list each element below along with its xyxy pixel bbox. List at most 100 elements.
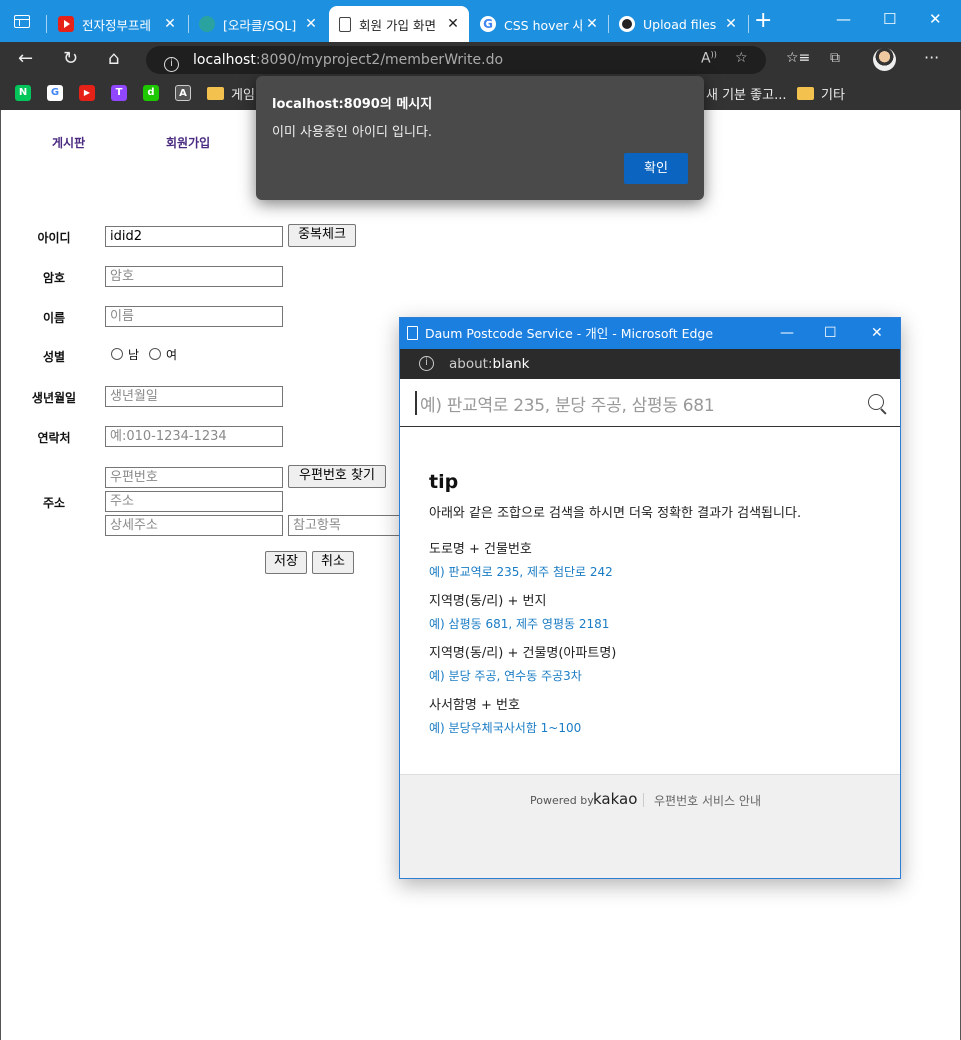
new-tab-button[interactable]: + (754, 10, 772, 32)
tip-heading: 지역명(동/리) + 번지 (429, 594, 547, 609)
tip-heading: 지역명(동/리) + 건물명(아파트명) (429, 646, 617, 661)
bookmark-folder-new[interactable]: 새 기분 좋고... (706, 84, 786, 103)
birth-label: 생년월일 (31, 391, 77, 405)
bookmark-a-icon[interactable]: A (175, 85, 191, 101)
bookmark-google-icon[interactable]: G (47, 85, 63, 101)
folder-icon (207, 87, 224, 100)
tab-close-icon[interactable]: ✕ (582, 16, 602, 32)
gender-female-label: 여 (166, 348, 178, 362)
document-icon (339, 16, 351, 32)
popup-url-main: blank (492, 356, 530, 372)
home-icon[interactable]: ⌂ (108, 49, 119, 69)
minimize-icon[interactable]: — (836, 10, 851, 28)
gender-label: 성별 (42, 350, 66, 364)
gender-male-label: 남 (128, 348, 140, 362)
zipcode-input[interactable]: 우편번호 (105, 467, 283, 488)
bookmark-youtube-icon[interactable]: ▶ (79, 85, 95, 101)
chat-bubble-icon (199, 16, 215, 32)
tip-heading: 도로명 + 건물번호 (429, 542, 532, 557)
bookmark-glyph: ▶ (83, 88, 91, 97)
tab-close-icon[interactable]: ✕ (443, 16, 463, 32)
address-toolbar: ← ↻ ⌂ i localhost:8090/myproject2/memberW… (0, 42, 961, 78)
url-host: localhost (193, 52, 256, 68)
tab-1[interactable]: 전자정부프레 ✕ (48, 6, 186, 42)
folder-icon (797, 87, 814, 100)
bookmark-d-icon[interactable]: d (143, 85, 159, 101)
tip-heading: 사서함명 + 번호 (429, 698, 520, 713)
more-menu-icon[interactable]: ··· (924, 48, 939, 67)
nav-board-link[interactable]: 게시판 (52, 134, 85, 151)
bookmark-naver-icon[interactable]: N (15, 85, 31, 101)
name-input[interactable]: 이름 (105, 306, 283, 327)
popup-footer: Powered by kakao 우편번호 서비스 안내 (400, 774, 900, 878)
alert-ok-button[interactable]: 확인 (624, 153, 688, 184)
add-favorite-icon[interactable]: ☆ (735, 50, 748, 66)
tab-label: CSS hover 사용 (504, 17, 582, 33)
popup-address-bar[interactable]: i about:blank (400, 349, 900, 379)
tab-close-icon[interactable]: ✕ (721, 16, 741, 32)
tip-example: 예) 분당 주공, 연수동 주공3차 (429, 669, 582, 683)
site-info-icon[interactable]: i (419, 356, 434, 371)
postcode-search-box[interactable]: 예) 판교역로 235, 분당 주공, 삼평동 681 (400, 379, 900, 427)
password-input[interactable]: 암호 (105, 266, 283, 287)
favorites-icon[interactable]: ☆≡ (786, 50, 810, 66)
address-detail-input[interactable]: 상세주소 (105, 515, 283, 536)
back-icon[interactable]: ← (18, 49, 33, 69)
tab-actions-icon[interactable] (14, 15, 30, 28)
bookmark-glyph: G (50, 87, 60, 98)
tab-separator (46, 15, 47, 33)
kakao-logo[interactable]: kakao (593, 790, 637, 808)
alert-dialog: localhost:8090의 메시지 이미 사용중인 아이디 입니다. 확인 (256, 76, 704, 200)
tip-example: 예) 판교역로 235, 제주 첨단로 242 (429, 565, 613, 579)
tab-3-active[interactable]: 회원 가입 화면 ✕ (329, 6, 469, 42)
tab-bar: 전자정부프레 ✕ [오라클/SQL] ( ✕ 회원 가입 화면 ✕ G CSS … (0, 0, 961, 42)
tab-5[interactable]: Upload files · ✕ (609, 6, 747, 42)
search-icon[interactable] (868, 394, 884, 410)
save-button[interactable]: 저장 (265, 551, 307, 574)
tab-close-icon[interactable]: ✕ (160, 16, 180, 32)
id-input[interactable]: idid2 (105, 226, 283, 247)
bookmark-folder-other[interactable]: 기타 (821, 84, 845, 103)
cancel-button[interactable]: 취소 (312, 551, 354, 574)
address-extra-input[interactable]: 참고항목 (288, 515, 408, 536)
password-label: 암호 (42, 271, 66, 285)
popup-url-prefix: about: (449, 356, 493, 372)
address-input[interactable]: 주소 (105, 491, 283, 512)
gender-male-radio[interactable] (111, 348, 123, 360)
tab-2[interactable]: [오라클/SQL] ( ✕ (189, 6, 327, 42)
tab-label: 전자정부프레 (82, 17, 152, 33)
popup-close-icon[interactable]: ✕ (871, 318, 883, 349)
nav-signup-link[interactable]: 회원가입 (166, 134, 210, 151)
duplicate-check-button[interactable]: 중복체크 (288, 224, 356, 247)
popup-titlebar[interactable]: Daum Postcode Service - 개인 - Microsoft E… (400, 318, 900, 349)
postcode-guide-link[interactable]: 우편번호 서비스 안내 (654, 792, 761, 809)
alert-message: 이미 사용중인 아이디 입니다. (272, 125, 433, 140)
phone-label: 연락처 (37, 431, 71, 445)
site-info-icon[interactable]: i (164, 57, 179, 72)
birth-input[interactable]: 생년월일 (105, 386, 283, 407)
collections-icon[interactable]: ⧉ (830, 50, 840, 66)
close-window-icon[interactable]: ✕ (929, 10, 942, 28)
address-bar[interactable]: i localhost:8090/myproject2/memberWrite.d… (146, 46, 766, 74)
bookmark-twitch-icon[interactable]: T (111, 85, 127, 101)
tab-close-icon[interactable]: ✕ (301, 16, 321, 32)
bookmark-folder-game[interactable]: 게임 (231, 84, 255, 103)
bookmark-glyph: N (18, 87, 28, 98)
popup-minimize-icon[interactable]: — (780, 318, 794, 349)
tab-label: Upload files · (643, 16, 721, 32)
name-label: 이름 (42, 311, 66, 325)
tab-4[interactable]: G CSS hover 사용 ✕ (470, 6, 608, 42)
popup-maximize-icon[interactable]: ☐ (824, 318, 837, 349)
refresh-icon[interactable]: ↻ (63, 49, 78, 69)
profile-avatar[interactable] (873, 48, 896, 71)
find-zipcode-button[interactable]: 우편번호 찾기 (288, 465, 386, 488)
gender-female-radio[interactable] (149, 348, 161, 360)
bookmark-glyph: T (115, 87, 123, 98)
read-aloud-icon[interactable]: A)) (701, 50, 717, 67)
address-label: 주소 (42, 496, 66, 510)
popup-title: Daum Postcode Service - 개인 - Microsoft E… (425, 326, 714, 341)
phone-input[interactable]: 예:010-1234-1234 (105, 426, 283, 447)
tip-title: tip (429, 471, 459, 493)
postcode-search-input[interactable]: 예) 판교역로 235, 분당 주공, 삼평동 681 (420, 391, 715, 416)
maximize-icon[interactable]: ☐ (883, 10, 896, 28)
